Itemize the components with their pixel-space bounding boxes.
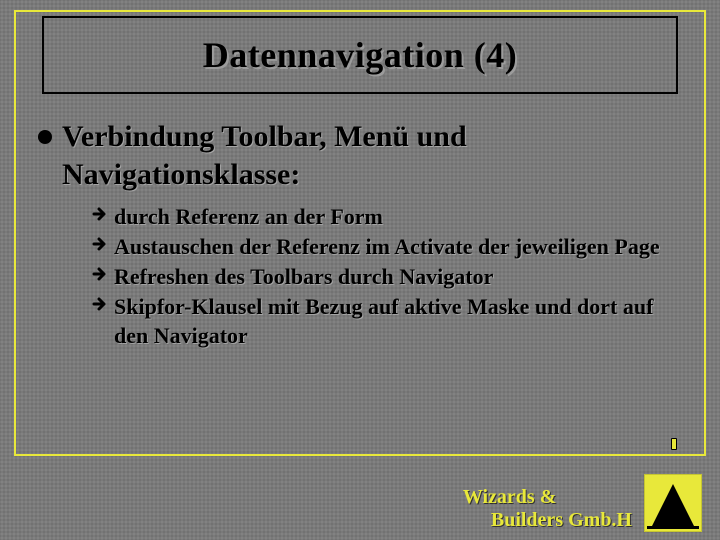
list-item-text: durch Referenz an der Form [114,203,383,231]
pyramid-icon [652,484,694,526]
list-item-text: Austauschen der Referenz im Activate der… [114,233,660,261]
footer-text: Wizards & Builders Gmb.H [463,486,632,532]
sub-list: durch Referenz an der Form Austauschen d… [92,203,682,350]
company-logo [644,474,702,532]
footer-line-2: Builders Gmb.H [463,509,632,532]
arrow-bullet-icon [92,235,114,253]
arrow-bullet-icon [92,205,114,223]
list-item: Skipfor-Klausel mit Bezug auf aktive Mas… [92,293,682,349]
list-item-text: Skipfor-Klausel mit Bezug auf aktive Mas… [114,293,682,349]
list-item: Refreshen des Toolbars durch Navigator [92,263,682,291]
slide-title: Datennavigation (4) [203,34,518,76]
heading-row: Verbindung Toolbar, Menü und Navigations… [38,118,682,193]
heading-text: Verbindung Toolbar, Menü und Navigations… [62,118,682,193]
arrow-bullet-icon [92,295,114,313]
footer: Wizards & Builders Gmb.H [463,474,702,532]
footer-line-1: Wizards & [463,486,557,508]
list-item: Austauschen der Referenz im Activate der… [92,233,682,261]
content-area: Verbindung Toolbar, Menü und Navigations… [38,118,682,352]
arrow-bullet-icon [92,265,114,283]
disc-bullet-icon [38,130,52,144]
title-box: Datennavigation (4) [42,16,678,94]
list-item-text: Refreshen des Toolbars durch Navigator [114,263,493,291]
list-item: durch Referenz an der Form [92,203,682,231]
